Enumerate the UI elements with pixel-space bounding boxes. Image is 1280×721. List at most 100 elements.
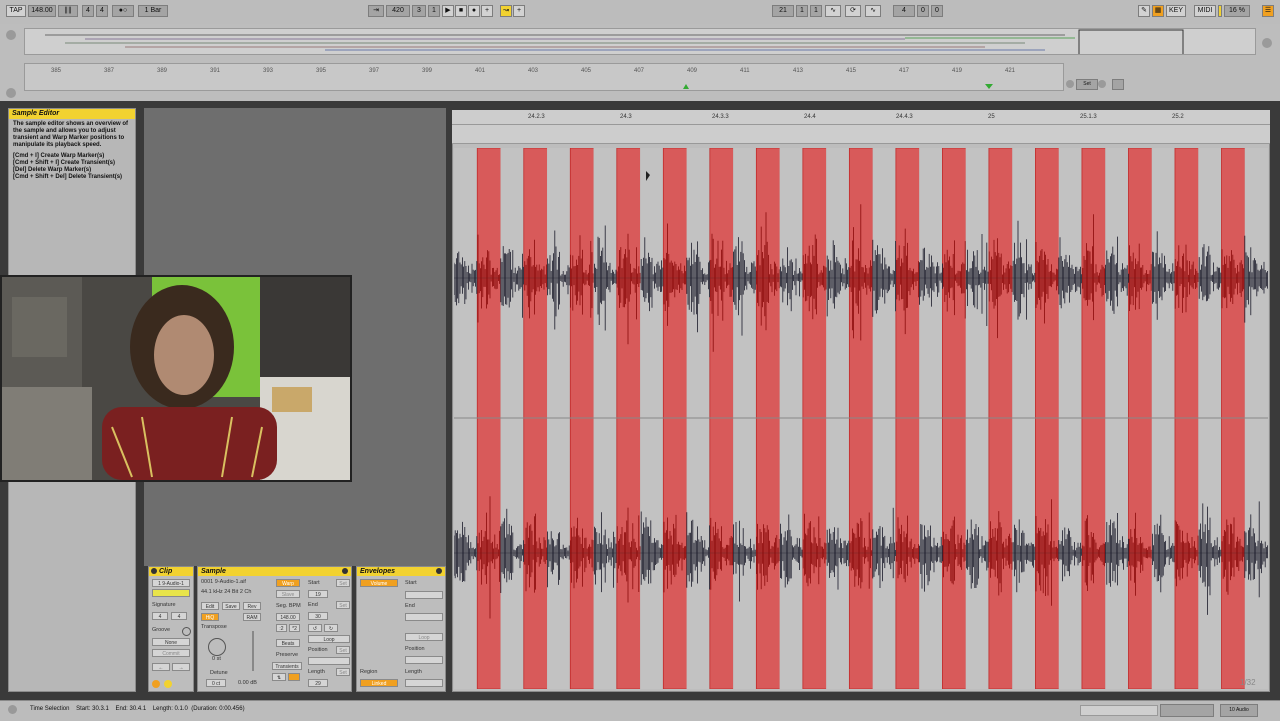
signature-denominator[interactable]: 4 (96, 5, 108, 17)
slave-button[interactable]: Slave (276, 590, 300, 598)
arrangement-position-beat[interactable]: 3 (412, 5, 426, 17)
warp-transient-env-button[interactable] (288, 673, 300, 681)
ruler-toggle-icon[interactable] (6, 88, 16, 98)
loop-length-bar[interactable]: 4 (893, 5, 915, 17)
loop-start-beat[interactable]: 1 (796, 5, 808, 17)
linked-button[interactable]: Linked (360, 679, 398, 687)
env-start-field[interactable] (405, 591, 443, 599)
detune-field[interactable]: 0 ct (206, 679, 226, 687)
env-end-field[interactable] (405, 613, 443, 621)
loop-button[interactable]: Loop (308, 635, 350, 643)
clip-color-chooser[interactable] (152, 589, 190, 597)
tap-tempo-button[interactable]: TAP (6, 5, 26, 17)
record-button[interactable]: ● (468, 5, 480, 17)
fold-icon[interactable] (1112, 79, 1124, 90)
preserve-selector[interactable]: Transients (272, 662, 302, 670)
nudge-forward-button[interactable]: → (172, 663, 190, 671)
loop-length-beat[interactable]: 0 (917, 5, 929, 17)
clip-signature-denominator[interactable]: 4 (171, 612, 187, 620)
gain-slider[interactable] (252, 631, 254, 671)
signature-label: Signature (152, 602, 176, 608)
clip-activator-icon[interactable] (151, 568, 157, 574)
punch-out-button[interactable]: ∿ (865, 5, 881, 17)
groove-pool-icon[interactable] (182, 627, 191, 636)
waveform-display[interactable] (453, 147, 1269, 690)
clip-signature-numerator[interactable]: 4 (152, 612, 168, 620)
arrangement-position-bar[interactable]: 420 (386, 5, 410, 17)
end-set-button[interactable]: Set (336, 601, 350, 609)
view-switch-icon[interactable] (1160, 704, 1214, 717)
env-position-field[interactable] (405, 656, 443, 664)
envelopes-toggle-icon[interactable] (436, 568, 442, 574)
track-overview-widget[interactable] (1080, 705, 1158, 716)
loop-start-bar[interactable]: 21 (772, 5, 794, 17)
env-length-field[interactable] (405, 679, 443, 687)
play-button[interactable]: ▶ (442, 5, 454, 17)
add-button[interactable]: + (513, 5, 525, 17)
seg-bpm-field[interactable]: 148.00 (276, 613, 300, 621)
warp-mode-selector[interactable]: Beats (276, 639, 300, 647)
quantize-menu[interactable]: 1 Bar (138, 5, 168, 17)
punch-in-button[interactable]: ∿ (825, 5, 841, 17)
stop-button[interactable]: ■ (455, 5, 467, 17)
loop-length-sixteenth[interactable]: 0 (931, 5, 943, 17)
ram-button[interactable]: RAM (243, 613, 261, 621)
sample-editor-ruler[interactable]: 24.2.3 24.3 24.3.3 24.4 24.4.3 25 25.1.3 25.2 (452, 110, 1270, 144)
playhead-marker-icon[interactable] (985, 84, 993, 89)
set-locator-button[interactable]: Set (1076, 79, 1098, 90)
key-map-indicator[interactable]: ▦ (1152, 5, 1164, 17)
envelope-device-selector[interactable]: Volume (360, 579, 398, 587)
menu-icon[interactable]: ☰ (1262, 5, 1274, 17)
transpose-knob[interactable] (208, 638, 226, 656)
loop-mode-selector[interactable]: ⇅ (272, 673, 286, 681)
overdub-button[interactable]: + (481, 5, 493, 17)
edit-button[interactable]: Edit (201, 602, 219, 610)
loop-back-icon[interactable]: ↺ (308, 624, 322, 632)
loop-start-sixteenth[interactable]: 1 (810, 5, 822, 17)
start-set-button[interactable]: Set (336, 579, 350, 587)
save-button[interactable]: Save (222, 602, 240, 610)
nudge-back-button[interactable]: ← (152, 663, 170, 671)
draw-mode-button[interactable]: ✎ (1138, 5, 1150, 17)
locator-next-icon[interactable] (1098, 80, 1106, 88)
tempo-field[interactable]: 148.00 (28, 5, 56, 17)
key-map-button[interactable]: KEY (1166, 5, 1186, 17)
end-field[interactable]: 30 (308, 612, 328, 620)
arrangement-ruler[interactable]: 385 387 389 391 393 395 397 399 401 403 405 407 409 4… (24, 63, 1064, 91)
status-left-icon[interactable] (8, 705, 17, 714)
sample-box-toggle-icon[interactable] (342, 568, 348, 574)
automation-arm-button[interactable]: ↝ (500, 5, 512, 17)
start-field[interactable]: 19 (308, 590, 328, 598)
position-set-button[interactable]: Set (336, 646, 350, 654)
groove-selector[interactable]: None (152, 638, 190, 646)
metronome-button[interactable]: ●○ (112, 5, 134, 17)
overview-zoom-icon[interactable] (1262, 38, 1272, 48)
overview-toggle-icon[interactable] (6, 30, 16, 40)
midi-map-button[interactable]: MIDI (1194, 5, 1216, 17)
env-loop-button[interactable]: Loop (405, 633, 443, 641)
loop-switch-button[interactable]: ⟳ (845, 5, 861, 17)
locator-prev-icon[interactable] (1066, 80, 1074, 88)
double-tempo-button[interactable]: *2 (289, 624, 300, 632)
reverse-button[interactable]: Rev (243, 602, 261, 610)
clip-launch-icon[interactable] (152, 680, 160, 688)
loop-start-marker-icon[interactable] (683, 84, 689, 89)
loop-forward-icon[interactable]: ↻ (324, 624, 338, 632)
position-field[interactable] (308, 657, 350, 665)
hiq-button[interactable]: HiQ (201, 613, 219, 621)
halve-tempo-button[interactable]: :2 (276, 624, 287, 632)
arrangement-position-sixteenth[interactable]: 1 (428, 5, 440, 17)
length-field[interactable]: 29 (308, 679, 328, 687)
signature-numerator[interactable]: 4 (82, 5, 94, 17)
arrangement-overview[interactable] (24, 28, 1256, 55)
follow-button[interactable]: ⇥ (368, 5, 384, 17)
length-set-button[interactable]: Set (336, 668, 350, 676)
nudge-buttons[interactable]: ∥∥ (58, 5, 78, 17)
ruler-tick-label: 401 (475, 68, 486, 74)
shortcut-line: [Cmd + Shift + I] Create Transient(s) (13, 160, 116, 166)
clip-settings-icon[interactable] (164, 680, 172, 688)
warp-button[interactable]: Warp (276, 579, 300, 587)
start-label: Start (308, 580, 320, 586)
commit-button[interactable]: Commit (152, 649, 190, 657)
clip-name-field[interactable]: 1 9-Audio-1 (152, 579, 190, 587)
